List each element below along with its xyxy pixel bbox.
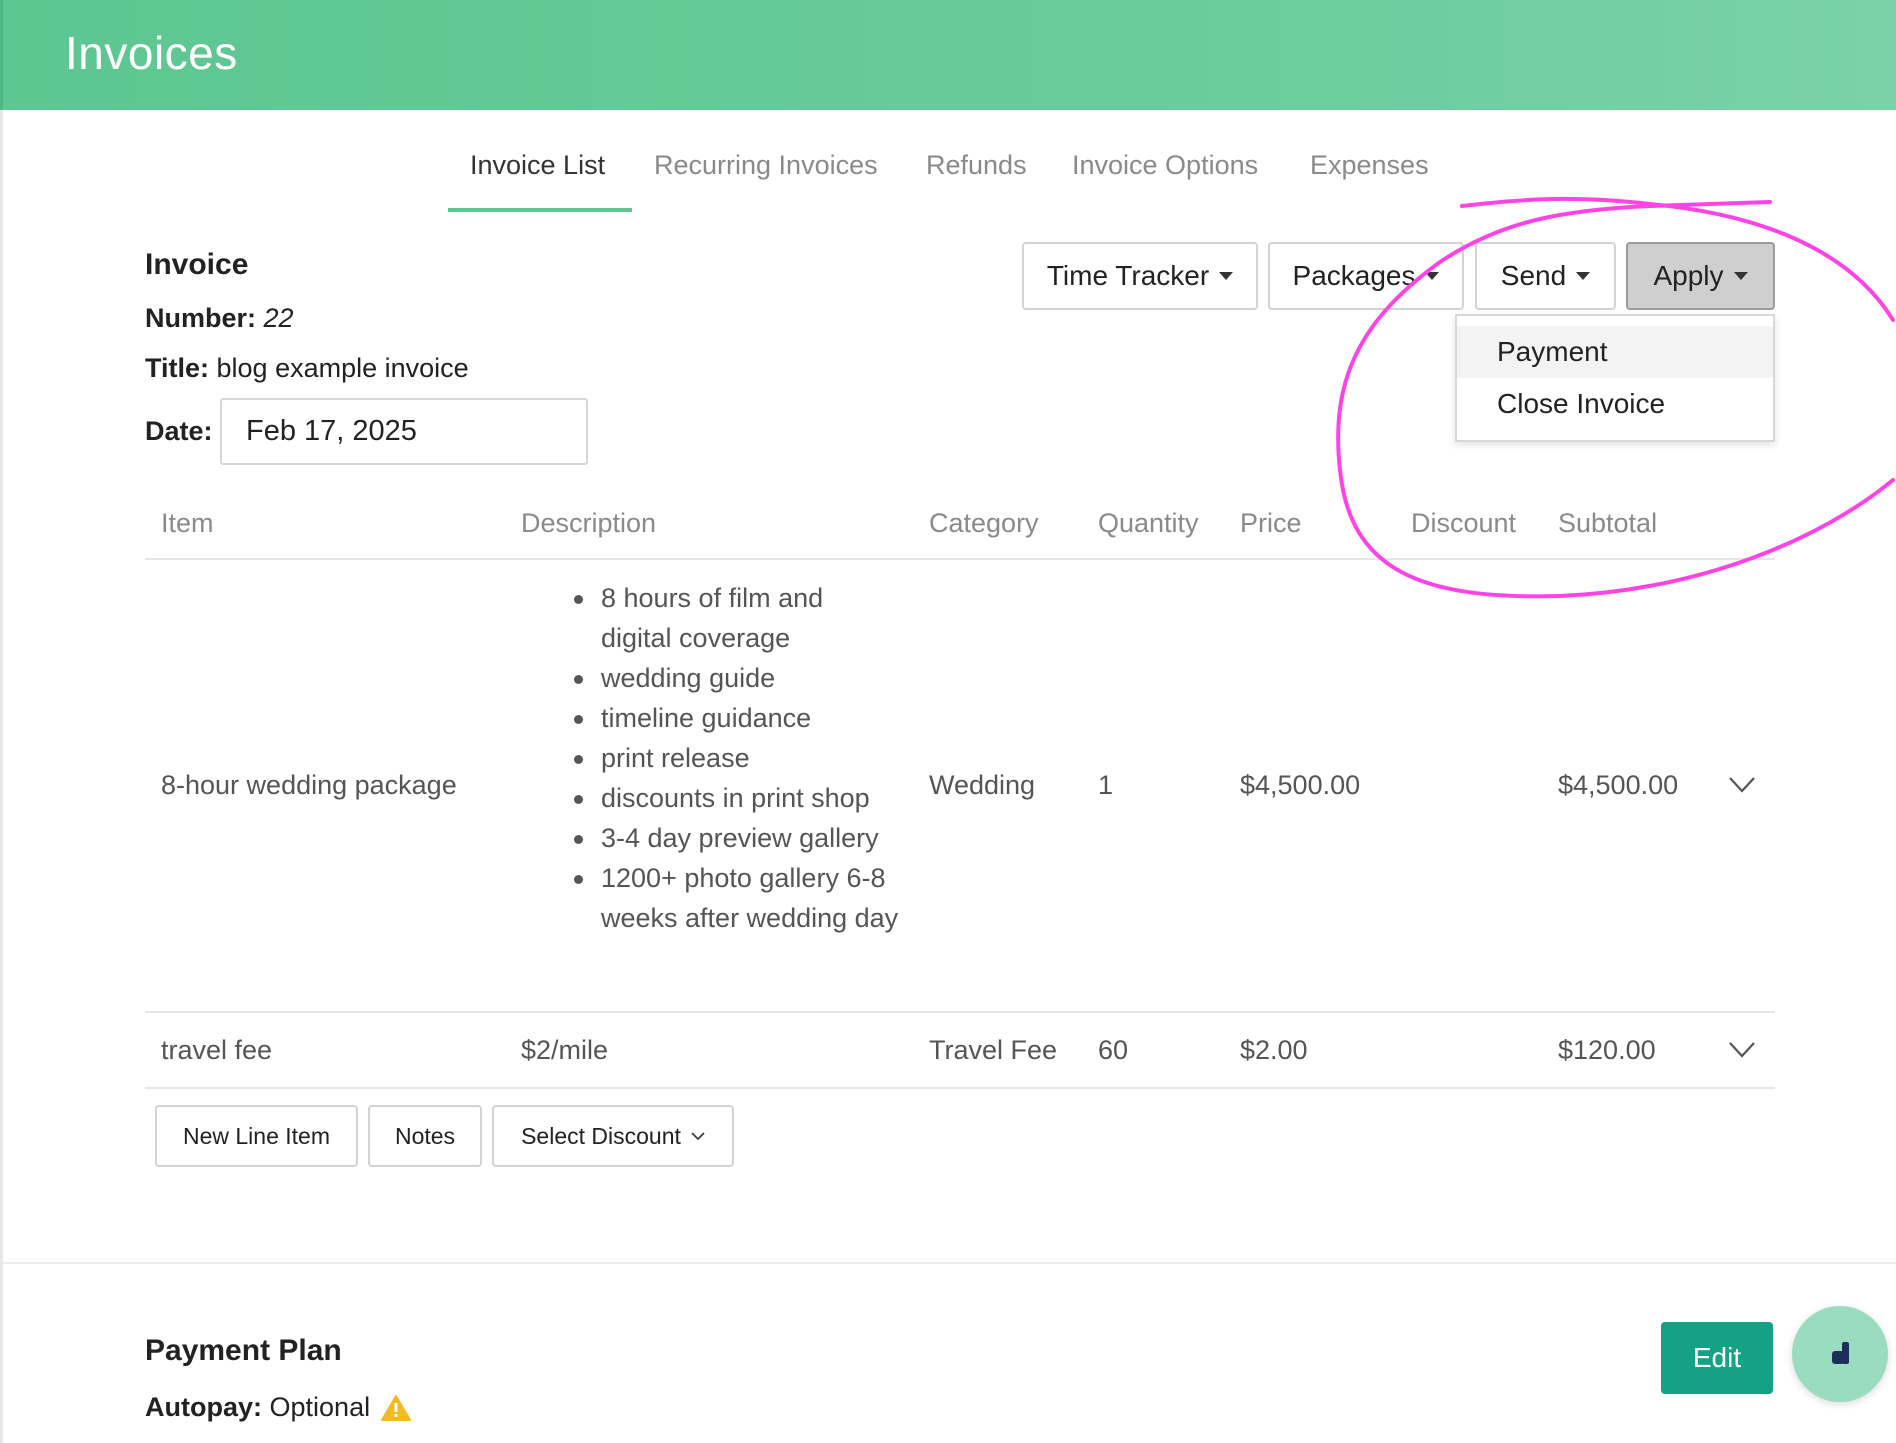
description-bullet: wedding guide [570, 658, 900, 698]
cell-description: $2/mile [521, 1035, 609, 1065]
chevron-down-icon[interactable] [1728, 776, 1756, 794]
send-button[interactable]: Send [1475, 242, 1616, 310]
apply-dropdown-menu: Payment Close Invoice [1455, 314, 1775, 442]
select-discount-label: Select Discount [521, 1122, 681, 1149]
cell-category: Wedding [929, 770, 1036, 800]
time-tracker-label: Time Tracker [1046, 260, 1210, 291]
notes-button[interactable]: Notes [368, 1105, 482, 1167]
invoice-number: Number: 22 [145, 303, 294, 334]
send-label: Send [1500, 260, 1567, 291]
date-field[interactable] [220, 398, 588, 465]
left-border [0, 110, 3, 1443]
column-header-discount: Discount [1411, 508, 1517, 538]
number-label: Number: [145, 303, 257, 333]
table-header-divider [145, 558, 1775, 560]
edit-payment-plan-button[interactable]: Edit [1661, 1322, 1773, 1394]
autopay-line: Autopay: Optional [145, 1392, 412, 1423]
cell-item: 8-hour wedding package [161, 770, 457, 800]
new-line-item-button[interactable]: New Line Item [155, 1105, 358, 1167]
tab-invoice-list[interactable]: Invoice List [470, 150, 605, 181]
tab-recurring-invoices[interactable]: Recurring Invoices [654, 150, 878, 181]
active-tab-indicator [448, 208, 632, 212]
menu-item-close-invoice[interactable]: Close Invoice [1457, 378, 1773, 430]
number-value: 22 [263, 303, 294, 333]
chat-launcher-button[interactable] [1792, 1306, 1888, 1402]
time-tracker-button[interactable]: Time Tracker [1022, 242, 1258, 310]
column-header-description: Description [521, 508, 657, 538]
description-bullet: timeline guidance [570, 698, 900, 738]
warning-icon [381, 1394, 412, 1421]
packages-label: Packages [1292, 260, 1416, 291]
column-header-subtotal: Subtotal [1558, 508, 1658, 538]
invoice-heading: Invoice [145, 248, 249, 281]
autopay-label: Autopay: [145, 1392, 262, 1422]
cell-subtotal: $120.00 [1558, 1035, 1656, 1065]
column-header-item: Item [161, 508, 214, 538]
packages-button[interactable]: Packages [1268, 242, 1464, 310]
page-title: Invoices [65, 27, 238, 79]
cell-price: $4,500.00 [1240, 770, 1361, 800]
select-discount-button[interactable]: Select Discount [492, 1105, 734, 1167]
date-label: Date: [145, 416, 213, 446]
annotation-circle [1336, 196, 1895, 599]
row-divider [145, 1087, 1775, 1089]
caret-down-icon [1733, 272, 1748, 280]
chat-icon [1832, 1342, 1849, 1364]
payment-plan-heading: Payment Plan [145, 1334, 342, 1367]
caret-down-icon [1425, 272, 1440, 280]
column-header-category: Category [929, 508, 1039, 538]
section-divider [3, 1262, 1896, 1264]
apply-button[interactable]: Apply [1626, 242, 1775, 310]
chevron-down-icon[interactable] [1728, 1041, 1756, 1059]
apply-label: Apply [1653, 260, 1724, 291]
caret-down-icon [1219, 272, 1234, 280]
description-bullet: discounts in print shop [570, 778, 900, 818]
invoice-title: Title: blog example invoice [145, 353, 469, 384]
autopay-value: Optional [269, 1392, 371, 1422]
column-header-price: Price [1240, 508, 1302, 538]
cell-quantity: 1 [1098, 770, 1114, 800]
menu-item-payment[interactable]: Payment [1457, 326, 1773, 378]
title-value: blog example invoice [216, 353, 469, 383]
description-bullet: print release [570, 738, 900, 778]
cell-description-list: 8 hours of film and digital coverage wed… [570, 578, 900, 938]
tab-refunds[interactable]: Refunds [926, 150, 1027, 181]
cell-category: Travel Fee [929, 1035, 1058, 1065]
description-bullet: 3-4 day preview gallery [570, 818, 900, 858]
chevron-down-icon [691, 1131, 705, 1140]
row-divider [145, 1011, 1775, 1013]
tab-expenses[interactable]: Expenses [1310, 150, 1429, 181]
column-header-quantity: Quantity [1098, 508, 1199, 538]
tab-invoice-options[interactable]: Invoice Options [1072, 150, 1258, 181]
cell-quantity: 60 [1098, 1035, 1129, 1065]
cell-price: $2.00 [1240, 1035, 1308, 1065]
description-bullet: 8 hours of film and digital coverage [570, 578, 900, 658]
title-label: Title: [145, 353, 210, 383]
cell-item: travel fee [161, 1035, 273, 1065]
cell-subtotal: $4,500.00 [1558, 770, 1679, 800]
description-bullet: 1200+ photo gallery 6-8 weeks after wedd… [570, 858, 900, 938]
caret-down-icon [1576, 272, 1591, 280]
app-header: Invoices [0, 0, 1896, 110]
